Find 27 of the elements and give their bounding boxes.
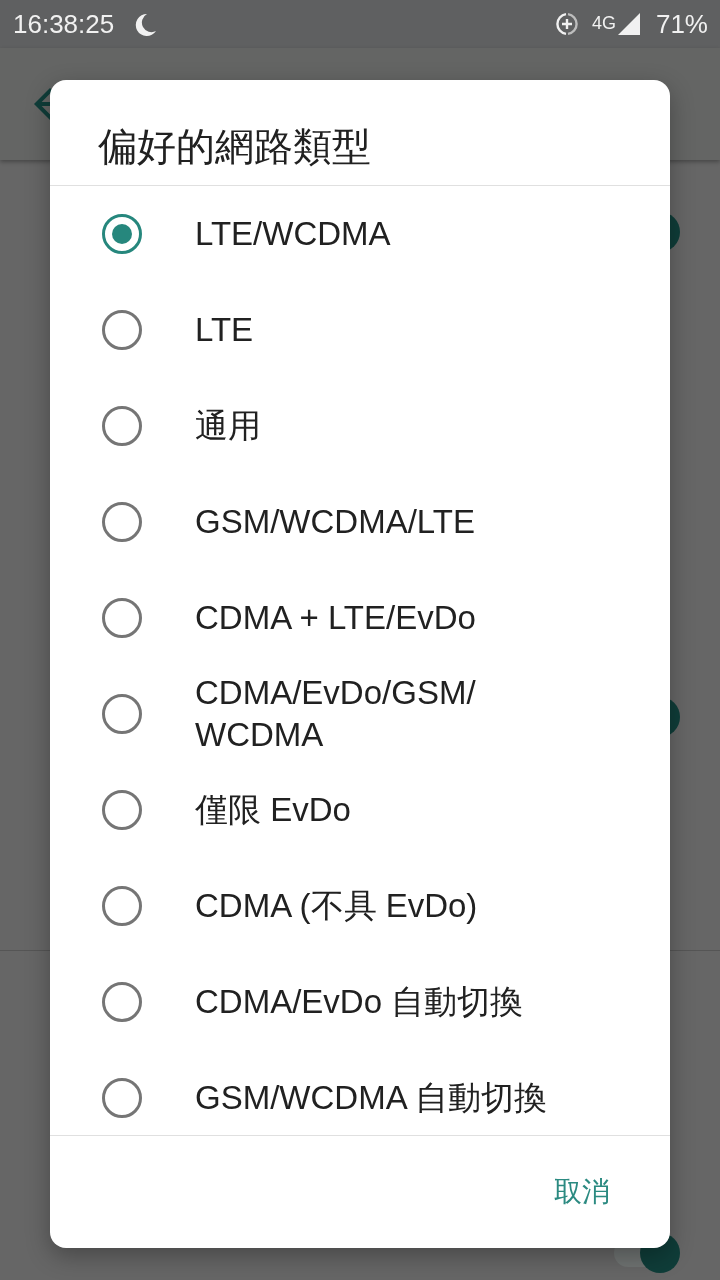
- radio-button[interactable]: [102, 1078, 142, 1118]
- network-type: 4G: [591, 13, 616, 33]
- option-label[interactable]: GSM/WCDMA 自動切換: [195, 1077, 547, 1119]
- option-label[interactable]: LTE: [195, 309, 254, 351]
- radio-button[interactable]: [102, 886, 142, 926]
- option-label[interactable]: CDMA (不具 EvDo): [195, 885, 478, 927]
- option-label[interactable]: GSM/WCDMA/LTE: [195, 501, 475, 543]
- radio-button[interactable]: [102, 982, 142, 1022]
- cancel-button[interactable]: 取消: [538, 1167, 626, 1217]
- battery-percent: 71%: [655, 9, 708, 39]
- radio-button[interactable]: [102, 694, 142, 734]
- option-label[interactable]: CDMA/EvDo/GSM/WCDMA: [195, 672, 575, 756]
- option-label[interactable]: 通用: [195, 405, 261, 447]
- radio-button[interactable]: [102, 502, 142, 542]
- clock-time: 16:38:25: [13, 9, 115, 39]
- option-label[interactable]: 僅限 EvDo: [195, 789, 351, 831]
- data-saver-icon: [554, 12, 579, 36]
- option-label[interactable]: LTE/WCDMA: [195, 213, 391, 255]
- radio-button[interactable]: [102, 310, 142, 350]
- radio-button[interactable]: [102, 214, 142, 254]
- option-label[interactable]: CDMA/EvDo 自動切換: [195, 981, 524, 1023]
- radio-button[interactable]: [102, 406, 142, 446]
- radio-button[interactable]: [102, 790, 142, 830]
- signal-icon: [617, 13, 640, 35]
- radio-button[interactable]: [102, 598, 142, 638]
- dialog-title: 偏好的網路類型: [98, 124, 371, 170]
- option-label[interactable]: CDMA + LTE/EvDo: [195, 597, 476, 639]
